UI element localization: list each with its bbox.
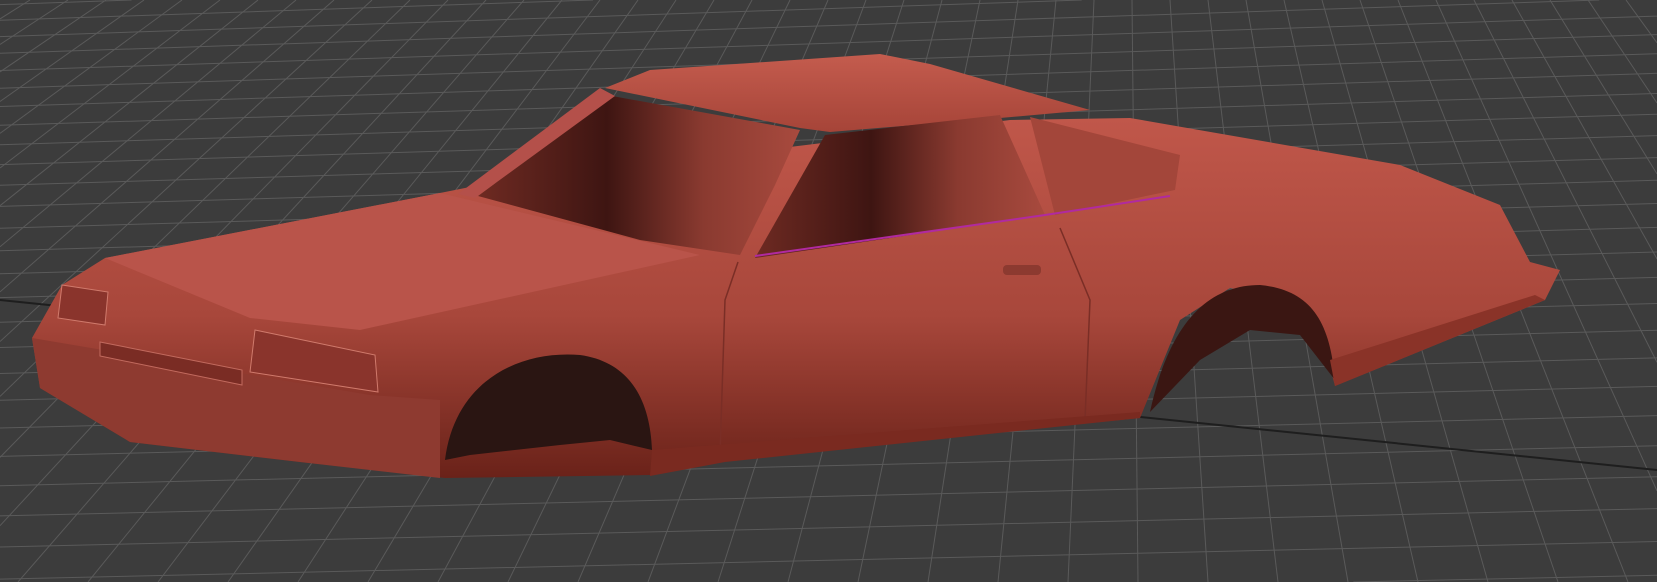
door-handle xyxy=(1003,265,1041,275)
headlight-left xyxy=(57,284,109,326)
car-body-model[interactable] xyxy=(0,0,1657,582)
3d-viewport[interactable] xyxy=(0,0,1657,582)
